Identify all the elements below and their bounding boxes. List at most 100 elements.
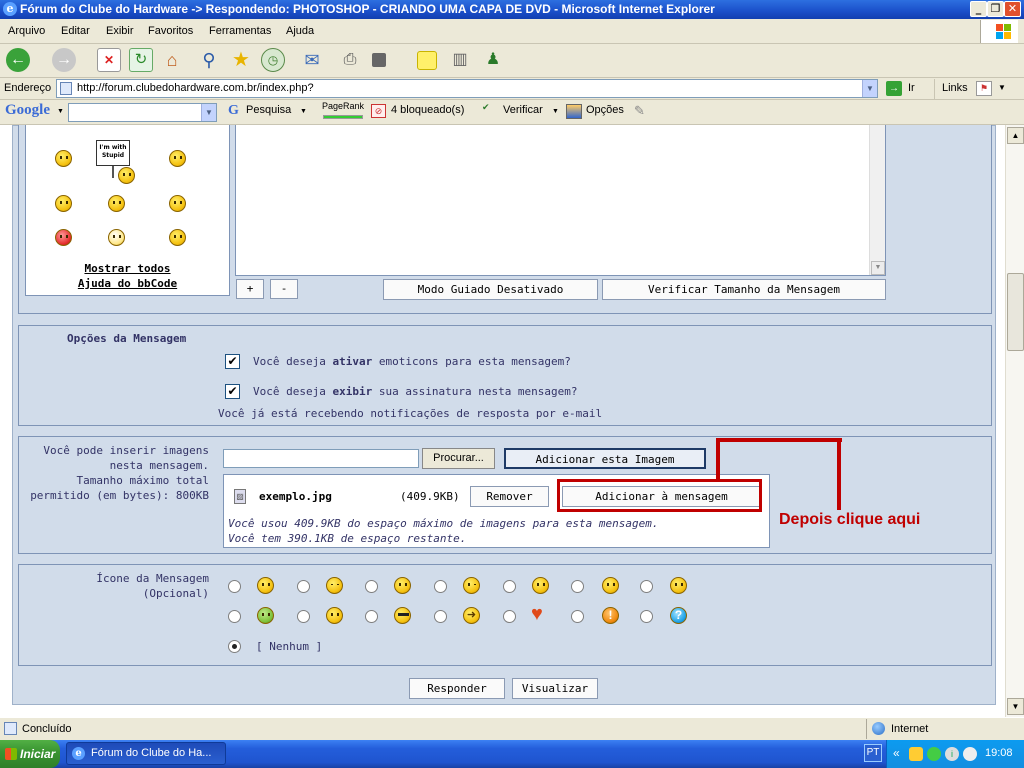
address-dropdown-icon[interactable]: ▼	[862, 80, 877, 97]
textarea-grow-button[interactable]: +	[236, 279, 264, 299]
close-button[interactable]: ✕	[1004, 1, 1021, 17]
blocked-count[interactable]: 4 bloqueado(s)	[391, 104, 464, 116]
links-button[interactable]: Links	[942, 82, 968, 94]
chevron-down-icon[interactable]: ▼	[57, 108, 64, 115]
menu-favoritos[interactable]: Favoritos	[148, 25, 193, 37]
minimize-button[interactable]: _	[970, 1, 987, 17]
icon-radio[interactable]	[571, 610, 584, 623]
icon-radio[interactable]	[297, 610, 310, 623]
go-button[interactable]: Ir	[908, 82, 915, 94]
smiley-icon[interactable]	[169, 150, 186, 167]
scroll-down-icon[interactable]: ▼	[871, 261, 885, 275]
task-ie-window[interactable]: e Fórum do Clube do Ha...	[66, 742, 226, 765]
signature-checkbox[interactable]: ✔	[225, 384, 240, 399]
icon-radio[interactable]	[228, 580, 241, 593]
bbcode-help-link[interactable]: Ajuda do bbCode	[26, 277, 229, 290]
address-input[interactable]: http://forum.clubedohardware.com.br/inde…	[56, 79, 878, 98]
chevron-down-icon[interactable]: ▼	[300, 108, 307, 115]
smiley-icon[interactable]	[55, 195, 72, 212]
home-icon[interactable]: ⌂	[160, 48, 184, 72]
menu-arquivo[interactable]: Arquivo	[8, 25, 45, 37]
scroll-thumb[interactable]	[1007, 273, 1024, 351]
edit-icon[interactable]	[372, 53, 386, 67]
forward-icon[interactable]: →	[52, 48, 76, 72]
messenger-icon[interactable]: ♟	[481, 48, 505, 72]
chevron-down-icon[interactable]: ▼	[552, 108, 559, 115]
language-indicator[interactable]: PT	[864, 744, 882, 762]
maximize-button[interactable]: ❐	[987, 1, 1004, 17]
smiley-icon[interactable]	[169, 195, 186, 212]
clock[interactable]: 19:08	[985, 747, 1013, 759]
icon-radio[interactable]	[297, 580, 310, 593]
menu-editar[interactable]: Editar	[61, 25, 90, 37]
textarea-scrollbar[interactable]: ▼	[869, 125, 885, 275]
back-icon[interactable]: ←	[6, 48, 30, 72]
menu-ajuda[interactable]: Ajuda	[286, 25, 314, 37]
links-ext-icon[interactable]: ⚑	[976, 81, 992, 96]
research-icon[interactable]: ▥	[448, 48, 472, 72]
smiley-icon[interactable]	[55, 150, 72, 167]
reply-button[interactable]: Responder	[409, 678, 505, 699]
smilies-checkbox[interactable]: ✔	[225, 354, 240, 369]
message-textarea[interactable]: ▼	[235, 125, 886, 276]
tray-app-icon[interactable]	[963, 747, 977, 761]
icon-radio[interactable]	[434, 580, 447, 593]
icon-radio-none[interactable]	[228, 640, 241, 653]
pencil-icon[interactable]: ✎	[634, 103, 645, 119]
guided-mode-button[interactable]: Modo Guiado Desativado	[383, 279, 598, 300]
browse-button[interactable]: Procurar...	[422, 448, 495, 469]
preview-button[interactable]: Visualizar	[512, 678, 598, 699]
smiley-icon[interactable]	[169, 229, 186, 246]
icon-radio[interactable]	[503, 580, 516, 593]
stop-icon[interactable]: ✕	[97, 48, 121, 72]
mail-icon[interactable]: ✉	[300, 48, 324, 72]
spellcheck-button[interactable]: Verificar	[503, 104, 543, 116]
page-scrollbar[interactable]: ▲ ▼	[1005, 125, 1024, 717]
chevron-down-icon[interactable]: ▼	[998, 83, 1006, 92]
file-path-input[interactable]	[223, 449, 419, 468]
start-button[interactable]: Iniciar	[0, 740, 60, 768]
refresh-icon[interactable]: ↻	[129, 48, 153, 72]
icon-radio[interactable]	[571, 580, 584, 593]
tray-expand-icon[interactable]: «	[893, 746, 900, 760]
smiley-icon[interactable]	[108, 195, 125, 212]
discuss-icon[interactable]	[417, 51, 437, 70]
check-size-button[interactable]: Verificar Tamanho da Mensagem	[602, 279, 886, 300]
icon-radio[interactable]	[365, 610, 378, 623]
scroll-up-icon[interactable]: ▲	[1007, 127, 1024, 144]
google-logo[interactable]: Google	[5, 102, 50, 119]
icon-radio[interactable]	[503, 610, 516, 623]
pagerank-bar	[323, 115, 363, 119]
google-dropdown-icon[interactable]: ▼	[201, 104, 216, 121]
smiley-icon[interactable]	[55, 229, 72, 246]
print-icon[interactable]: ⎙	[338, 48, 362, 72]
show-all-link[interactable]: Mostrar todos	[26, 262, 229, 275]
smiley-icon[interactable]	[108, 229, 125, 246]
window-title-bar[interactable]: e Fórum do Clube do Hardware -> Responde…	[0, 0, 1024, 19]
google-search-input[interactable]: ▼	[68, 103, 217, 122]
icon-radio[interactable]	[640, 580, 653, 593]
menu-ferramentas[interactable]: Ferramentas	[209, 25, 271, 37]
history-icon[interactable]: ◷	[261, 48, 285, 72]
menu-bar: Arquivo Editar Exibir Favoritos Ferramen…	[0, 19, 1024, 44]
icon-radio[interactable]	[640, 610, 653, 623]
favorites-icon[interactable]: ★	[229, 48, 253, 72]
add-image-button[interactable]: Adicionar esta Imagem	[504, 448, 706, 469]
attached-filename[interactable]: exemplo.jpg	[259, 490, 332, 503]
search-icon[interactable]: ⚲	[197, 48, 221, 72]
google-search-button[interactable]: Pesquisa	[246, 104, 291, 116]
go-arrow-icon[interactable]: →	[886, 81, 902, 96]
tray-app-icon[interactable]	[927, 747, 941, 761]
icon-radio[interactable]	[228, 610, 241, 623]
remove-button[interactable]: Remover	[470, 486, 549, 507]
smiley-icon[interactable]	[118, 167, 135, 184]
options-button[interactable]: Opções	[586, 104, 624, 116]
icon-radio[interactable]	[434, 610, 447, 623]
icon-radio[interactable]	[365, 580, 378, 593]
menu-exibir[interactable]: Exibir	[106, 25, 134, 37]
textarea-shrink-button[interactable]: -	[270, 279, 298, 299]
tray-info-icon[interactable]: i	[945, 747, 959, 761]
stupid-sign-icon[interactable]: I'm with Stupid	[96, 140, 130, 166]
tray-app-icon[interactable]	[909, 747, 923, 761]
scroll-down-icon[interactable]: ▼	[1007, 698, 1024, 715]
